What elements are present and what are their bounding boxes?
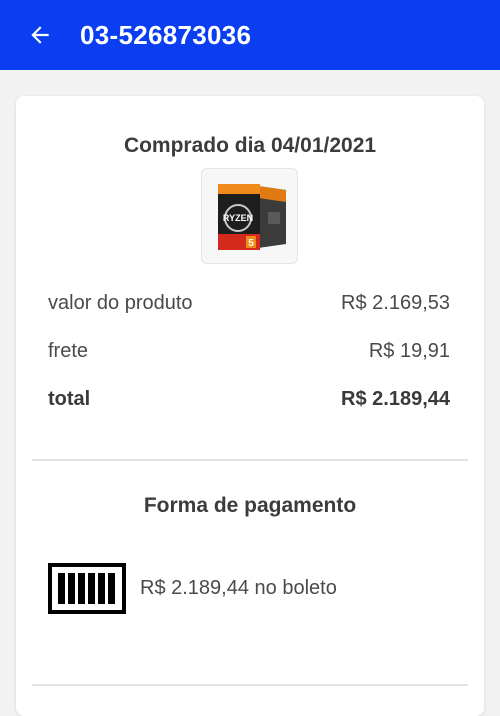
payment-method-description: R$ 2.189,44 no boleto [140,577,337,599]
svg-text:RYZEN: RYZEN [222,213,252,223]
summary-label: valor do produto [48,292,193,314]
summary-label: total [48,388,91,410]
app-bar: 03-526873036 [0,0,500,70]
barcode-icon [48,563,126,614]
section-divider-bottom [32,684,468,686]
order-number-title: 03-526873036 [80,19,252,50]
svg-text:5: 5 [248,238,254,249]
arrow-left-icon [31,26,49,44]
summary-value: R$ 2.189,44 [341,388,450,410]
product-thumbnail[interactable]: RYZEN 5 [201,168,298,264]
payment-section-title: Forma de pagamento [143,494,357,517]
summary-row-total: total R$ 2.189,44 [48,388,450,411]
purchase-date: Comprado dia 04/01/2021 [123,134,377,157]
summary-value: R$ 19,91 [368,340,450,362]
summary-row-product-value: valor do produto R$ 2.169,53 [48,292,450,315]
back-button[interactable] [20,15,60,55]
summary-row-shipping: frete R$ 19,91 [48,340,450,363]
summary-label: frete [48,340,89,362]
section-divider [32,459,468,461]
summary-value: R$ 2.169,53 [341,292,450,314]
product-box-image: RYZEN 5 [217,184,286,250]
